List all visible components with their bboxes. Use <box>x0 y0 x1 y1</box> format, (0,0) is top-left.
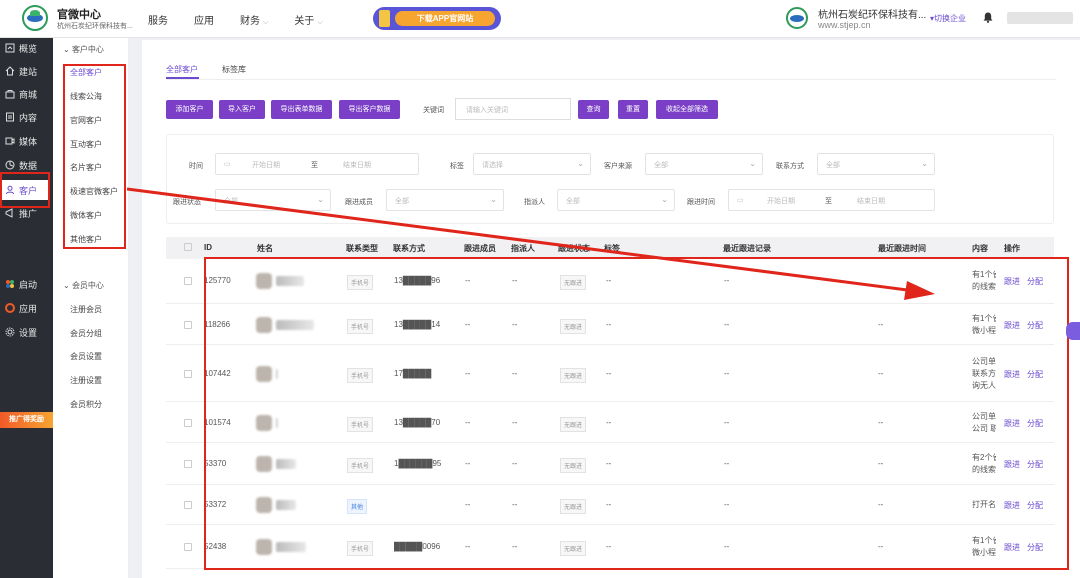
customer-service-icon[interactable] <box>1066 322 1080 340</box>
annotation-arrow <box>126 187 935 300</box>
